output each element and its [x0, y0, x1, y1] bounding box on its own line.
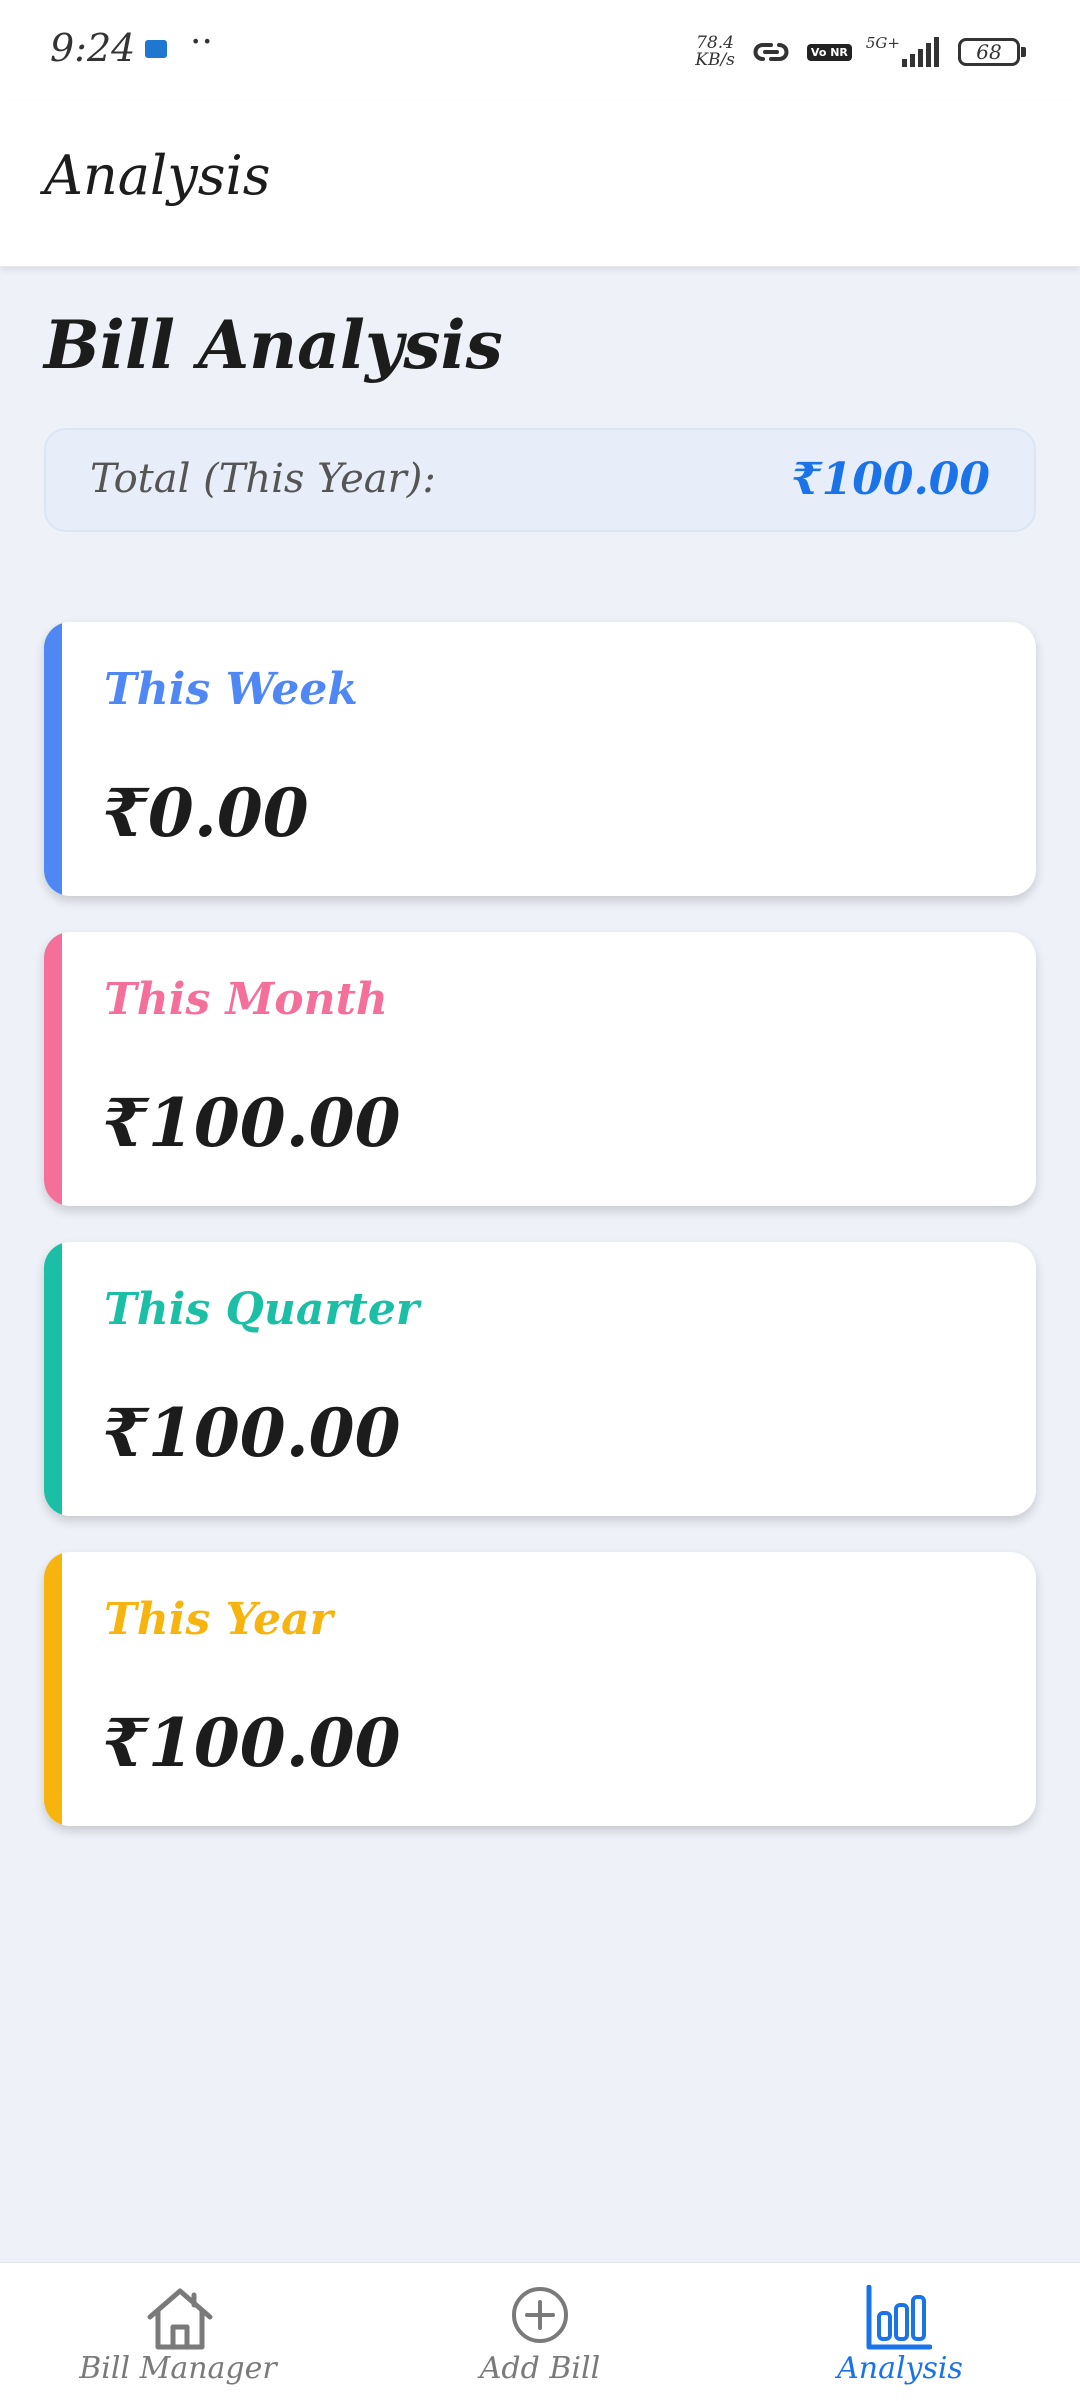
card-title: This Week: [104, 664, 358, 715]
nav-add-bill[interactable]: Add Bill: [360, 2263, 720, 2401]
card-accent: [44, 1552, 62, 1826]
nav-label: Bill Manager: [79, 2351, 277, 2386]
status-time: 9:24: [50, 26, 136, 70]
page-heading: Bill Analysis: [44, 306, 503, 384]
signal-icon: 5G+: [866, 34, 944, 70]
network-speed-unit: KB/s: [695, 50, 735, 70]
card-value: ₹0.00: [102, 774, 309, 852]
status-icons: 78.4 KB/s Vo NR 5G+ 68: [695, 30, 1026, 74]
card-value: ₹100.00: [102, 1394, 401, 1472]
battery-level: 68: [976, 40, 1002, 64]
network-speed: 78.4 KB/s: [695, 35, 735, 69]
total-label: Total (This Year):: [90, 456, 436, 502]
nav-label: Analysis: [837, 2351, 963, 2386]
bottom-navigation: Bill Manager Add Bill Analysis: [0, 2262, 1080, 2401]
card-title: This Quarter: [104, 1284, 420, 1335]
card-value: ₹100.00: [102, 1084, 401, 1162]
card-this-week: This Week ₹0.00: [44, 622, 1036, 896]
battery-icon: 68: [958, 38, 1026, 66]
more-notifications-icon: ··: [190, 22, 213, 63]
card-title: This Year: [104, 1594, 333, 1645]
app-bar: Analysis: [0, 100, 1080, 267]
status-bar: 9:24 ·· 78.4 KB/s Vo NR 5G+ 68: [0, 0, 1080, 100]
total-summary: Total (This Year): ₹100.00: [44, 428, 1036, 532]
nav-label: Add Bill: [479, 2351, 601, 2386]
home-icon: [147, 2288, 213, 2350]
app-bar-title: Analysis: [44, 144, 271, 207]
screen-icon: [145, 40, 167, 58]
card-accent: [44, 1242, 62, 1516]
link-icon: [749, 37, 793, 67]
card-this-quarter: This Quarter ₹100.00: [44, 1242, 1036, 1516]
card-accent: [44, 932, 62, 1206]
card-accent: [44, 622, 62, 896]
bar-chart-icon: [866, 2285, 932, 2350]
volte-icon: Vo NR: [806, 43, 852, 61]
card-title: This Month: [104, 974, 388, 1025]
plus-circle-icon: [512, 2287, 568, 2343]
card-this-year: This Year ₹100.00: [44, 1552, 1036, 1826]
card-value: ₹100.00: [102, 1704, 401, 1782]
nav-bill-manager[interactable]: Bill Manager: [0, 2263, 360, 2401]
nav-analysis[interactable]: Analysis: [720, 2263, 1080, 2401]
card-this-month: This Month ₹100.00: [44, 932, 1036, 1206]
network-type: 5G+: [865, 34, 900, 52]
total-value: ₹100.00: [790, 454, 990, 505]
